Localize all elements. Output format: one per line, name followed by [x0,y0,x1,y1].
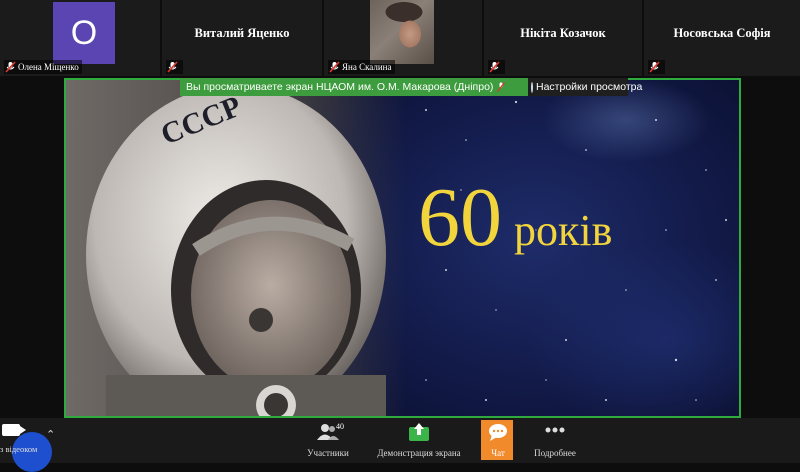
screen-share-text: Вы просматриваете экран НЦАОМ им. О.М. М… [186,81,494,93]
chat-icon [489,424,507,441]
chat-button[interactable]: Чат [477,418,519,463]
participant-name: Виталий Яценко [194,26,290,40]
anniversary-title: 60 років [418,176,612,260]
mic-muted-icon [489,61,500,73]
mic-muted-icon [167,61,178,73]
mic-muted-icon [497,82,506,92]
mic-muted-icon [5,61,16,73]
participant-name: Нікіта Козачок [520,26,606,40]
participant-strip: O Олена Міщенко Виталий Яценко Яна Скали… [0,0,800,76]
view-options-button[interactable]: Настройки просмотра [528,78,642,96]
anniversary-number: 60 [418,171,502,264]
participant-name-bar [166,60,183,74]
more-label: Подробнее [534,448,576,458]
participant-name-bar [648,60,665,74]
participant-video [370,0,434,64]
participant-name: Носовська Софія [673,26,771,40]
video-camera-icon [2,424,20,436]
participant-name-bar: Яна Скалина [328,60,395,74]
participant-name-bar [488,60,505,74]
participants-count: 40 [336,422,344,431]
participant-name-bar: Олена Міщенко [4,60,82,74]
shared-screen: CCCP 60 років [64,78,741,418]
participant-tile[interactable]: Яна Скалина [324,0,482,76]
mic-muted-icon [329,61,340,73]
share-screen-button[interactable]: Демонстрация экрана [372,418,466,463]
meeting-toolbar: ⌃ 40 Участники Демонстрация экрана Чат П… [0,418,800,463]
avatar: O [53,2,115,64]
participants-label: Участники [307,448,349,458]
more-button[interactable]: Подробнее [528,418,582,463]
view-options-label: Настройки просмотра [536,81,643,93]
participant-tile[interactable]: Носовська Софія [644,0,800,76]
mic-muted-icon [649,61,660,73]
participants-button[interactable]: 40 Участники [298,418,358,463]
more-icon [545,427,565,433]
participant-name: Олена Міщенко [18,62,79,72]
cosmonaut-image: CCCP [66,80,406,416]
share-screen-icon [409,423,429,441]
anniversary-word: років [514,206,613,255]
participant-name: Яна Скалина [342,62,392,72]
video-label: з відеоком [0,444,38,454]
gear-icon [531,81,533,93]
screen-share-banner: Вы просматриваете экран НЦАОМ им. О.М. М… [180,78,528,96]
share-screen-label: Демонстрация экрана [377,448,461,458]
participant-tile[interactable]: O Олена Міщенко [0,0,160,76]
participant-tile[interactable]: Нікіта Козачок [484,0,642,76]
chat-label: Чат [491,448,505,458]
participant-tile[interactable]: Виталий Яценко [162,0,322,76]
